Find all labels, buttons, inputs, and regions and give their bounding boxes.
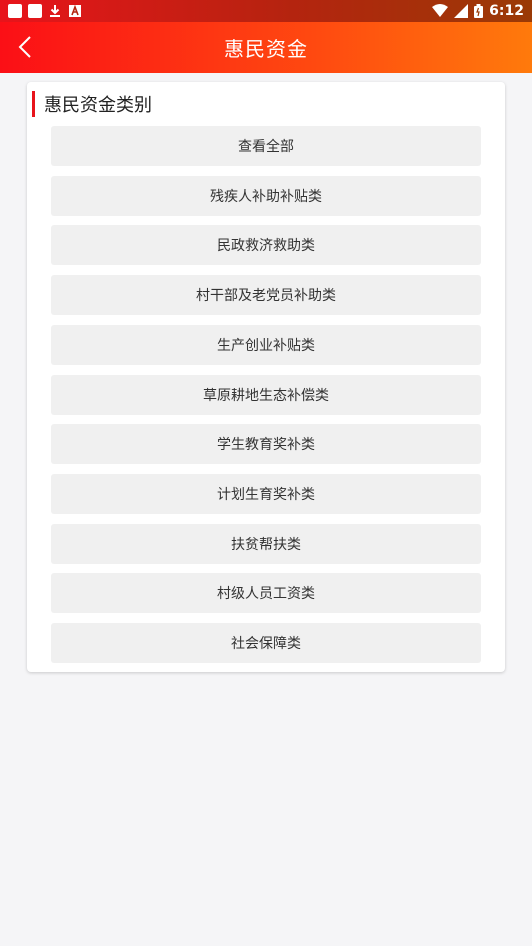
status-bar: 6:12 [0, 0, 532, 22]
category-button[interactable]: 村级人员工资类 [51, 573, 481, 613]
back-button[interactable] [8, 30, 42, 64]
category-button[interactable]: 社会保障类 [51, 623, 481, 663]
card-title-text: 惠民资金类别 [44, 95, 152, 116]
a-icon [69, 4, 81, 17]
category-card: 惠民资金类别 查看全部残疾人补助补贴类 民政救济救助类 村干部及老党员补助类 生产创业… [27, 82, 505, 672]
chevron-left-icon [18, 36, 31, 58]
category-button[interactable]: 扶贫帮扶类 [51, 524, 481, 564]
status-left-icons [8, 4, 82, 18]
notification-square-icon [28, 4, 42, 18]
wifi-icon [432, 4, 449, 17]
category-button[interactable]: 计划生育奖补类 [51, 474, 481, 514]
app-header: 惠民资金 [0, 22, 532, 73]
battery-icon [474, 4, 484, 18]
category-button[interactable]: 残疾人补助补贴类 [51, 176, 481, 216]
page-title: 惠民资金 [224, 37, 308, 61]
category-button[interactable]: 生产创业补贴类 [51, 325, 481, 365]
notification-square-icon [8, 4, 22, 18]
category-button[interactable]: 查看全部 [51, 126, 481, 166]
category-button[interactable]: 村干部及老党员补助类 [51, 275, 481, 315]
status-right-icons: 6:12 [432, 3, 524, 19]
status-time: 6:12 [489, 3, 524, 19]
category-button[interactable]: 民政救济救助类 [51, 225, 481, 265]
title-accent-bar [32, 91, 35, 117]
card-title: 惠民资金类别 [32, 91, 152, 117]
signal-icon [454, 4, 469, 18]
category-button[interactable]: 草原耕地生态补偿类 [51, 375, 481, 415]
download-icon [50, 5, 60, 17]
category-button[interactable]: 学生教育奖补类 [51, 424, 481, 464]
